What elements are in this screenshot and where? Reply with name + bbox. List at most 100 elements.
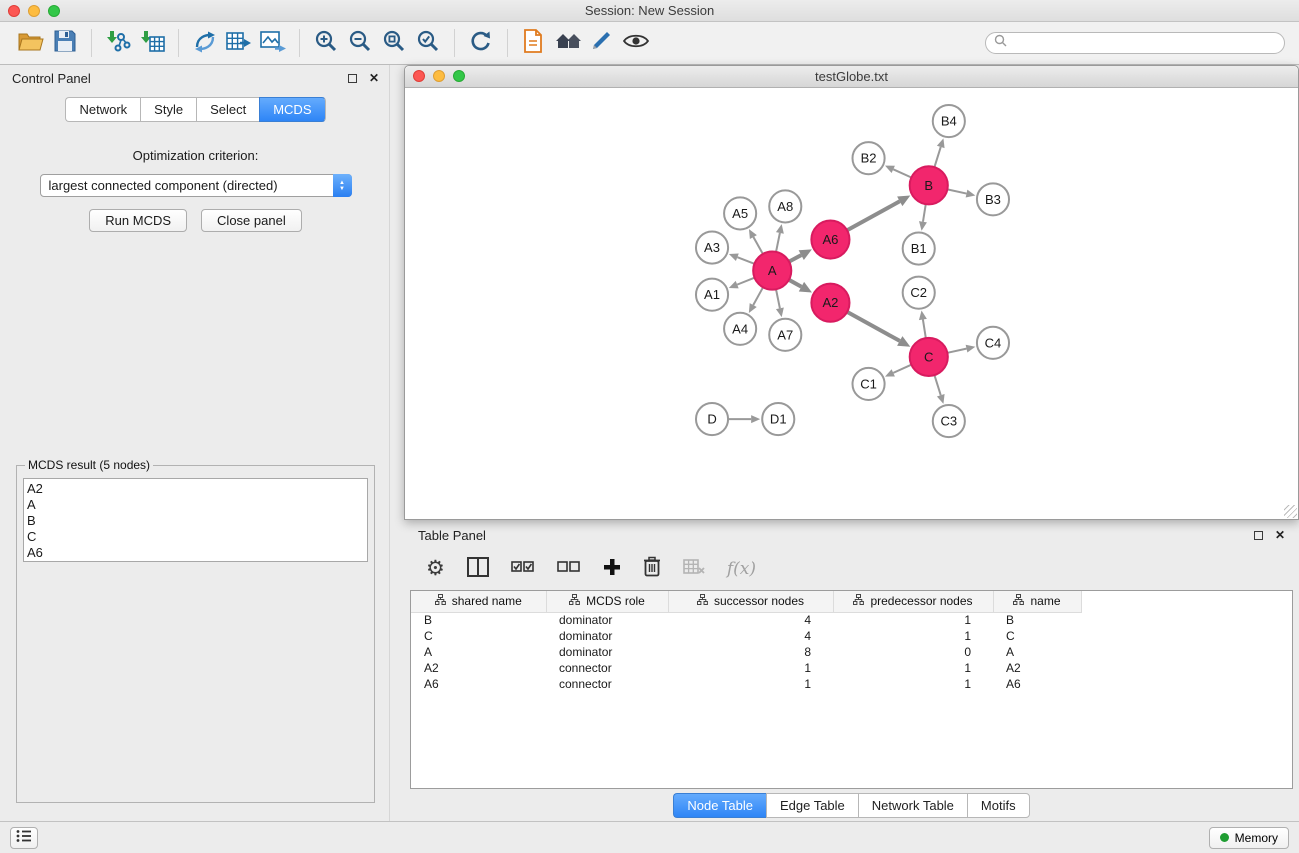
graph-edge-A-A7[interactable] <box>776 289 780 308</box>
show-hide-button[interactable] <box>619 26 653 60</box>
hide-all-columns-button[interactable] <box>557 560 581 579</box>
table-row[interactable]: Adominator80A <box>411 644 1292 660</box>
table-cell[interactable]: B <box>993 612 1081 628</box>
close-panel-button[interactable]: Close panel <box>201 209 302 232</box>
table-cell[interactable]: A2 <box>993 660 1081 676</box>
table-tab-network-table[interactable]: Network Table <box>858 793 967 818</box>
network-graph[interactable]: B4B2BB3B1A5A8A6A3AA1A2A4A7C2C4CC1C3DD1 <box>405 88 1298 519</box>
table-cell[interactable]: C <box>411 628 546 644</box>
graph-edge-B-B1[interactable] <box>923 204 926 222</box>
float-panel-icon[interactable] <box>348 74 357 83</box>
table-cell[interactable]: A6 <box>411 676 546 692</box>
search-input[interactable] <box>1012 36 1276 50</box>
column-header-predecessor-nodes[interactable]: predecessor nodes <box>833 591 993 612</box>
graph-edge-A-A1[interactable] <box>737 277 754 284</box>
zoom-fit-button[interactable] <box>377 26 411 60</box>
table-cell[interactable]: connector <box>546 676 668 692</box>
graph-edge-A-A3[interactable] <box>737 257 754 264</box>
table-row[interactable]: Bdominator41B <box>411 612 1292 628</box>
style-brush-button[interactable] <box>585 26 619 60</box>
graph-edge-C-C1[interactable] <box>893 364 911 372</box>
graph-edge-B-B3[interactable] <box>947 189 966 193</box>
result-item[interactable]: A2 <box>27 481 367 497</box>
share-network-button[interactable] <box>188 26 222 60</box>
float-table-panel-icon[interactable] <box>1254 531 1263 540</box>
table-cell[interactable]: A <box>411 644 546 660</box>
run-mcds-button[interactable]: Run MCDS <box>89 209 187 232</box>
column-header-shared-name[interactable]: shared name <box>411 591 546 612</box>
table-cell[interactable]: A <box>993 644 1081 660</box>
graph-edge-A-A2[interactable] <box>789 279 802 286</box>
graph-edge-C-C3[interactable] <box>934 375 940 395</box>
graph-edge-A6-B[interactable] <box>847 201 900 230</box>
save-session-button[interactable] <box>48 26 82 60</box>
home-button[interactable] <box>551 26 585 60</box>
import-network-button[interactable] <box>101 26 135 60</box>
table-cell[interactable]: 8 <box>668 644 833 660</box>
table-row[interactable]: A2connector11A2 <box>411 660 1292 676</box>
table-row[interactable]: A6connector11A6 <box>411 676 1292 692</box>
tab-network[interactable]: Network <box>65 97 140 122</box>
table-cell[interactable]: 4 <box>668 612 833 628</box>
table-cell[interactable]: A6 <box>993 676 1081 692</box>
export-image-button[interactable] <box>256 26 290 60</box>
memory-button[interactable]: Memory <box>1209 827 1289 849</box>
result-item[interactable]: B <box>27 513 367 529</box>
graph-edge-A-A5[interactable] <box>753 237 763 254</box>
zoom-in-button[interactable] <box>309 26 343 60</box>
column-header-MCDS-role[interactable]: MCDS role <box>546 591 668 612</box>
table-cell[interactable]: 0 <box>833 644 993 660</box>
table-tab-node-table[interactable]: Node Table <box>673 793 766 818</box>
graph-edge-A-A6[interactable] <box>789 255 801 262</box>
delete-column-button[interactable] <box>643 556 661 582</box>
graph-edge-B-B4[interactable] <box>934 147 940 167</box>
network-canvas[interactable]: B4B2BB3B1A5A8A6A3AA1A2A4A7C2C4CC1C3DD1 <box>405 88 1298 519</box>
table-cell[interactable]: 4 <box>668 628 833 644</box>
close-table-panel-icon[interactable]: ✕ <box>1275 528 1285 542</box>
result-item[interactable]: A6 <box>27 545 367 561</box>
document-button[interactable] <box>517 26 551 60</box>
table-cell[interactable]: A2 <box>411 660 546 676</box>
column-header-name[interactable]: name <box>993 591 1081 612</box>
graph-edge-C-C4[interactable] <box>947 348 966 352</box>
result-item[interactable]: A <box>27 497 367 513</box>
graph-edge-A-A4[interactable] <box>753 287 763 305</box>
mcds-result-list[interactable]: A2ABCA6 <box>23 478 368 562</box>
resize-grip[interactable] <box>1284 505 1297 518</box>
export-table-button[interactable] <box>222 26 256 60</box>
add-column-button[interactable] <box>603 558 621 581</box>
split-panel-button[interactable] <box>467 557 489 582</box>
show-all-columns-button[interactable] <box>511 560 535 579</box>
node-table-container[interactable]: shared nameMCDS rolesuccessor nodesprede… <box>410 590 1293 789</box>
graph-edge-B-B2[interactable] <box>893 169 911 177</box>
apply-layout-button[interactable] <box>464 26 498 60</box>
optimization-dropdown[interactable]: largest connected component (directed) ▲… <box>40 174 352 197</box>
tab-style[interactable]: Style <box>140 97 196 122</box>
zoom-selected-button[interactable] <box>411 26 445 60</box>
table-cell[interactable]: 1 <box>833 660 993 676</box>
table-cell[interactable]: 1 <box>668 660 833 676</box>
graph-edge-C-C2[interactable] <box>923 319 926 338</box>
graph-edge-A-A8[interactable] <box>776 233 780 252</box>
open-session-button[interactable] <box>14 26 48 60</box>
table-cell[interactable]: dominator <box>546 644 668 660</box>
table-cell[interactable]: C <box>993 628 1081 644</box>
table-tab-edge-table[interactable]: Edge Table <box>766 793 858 818</box>
close-panel-icon[interactable]: ✕ <box>369 71 379 85</box>
table-cell[interactable]: 1 <box>833 628 993 644</box>
table-cell[interactable]: 1 <box>833 676 993 692</box>
table-tab-motifs[interactable]: Motifs <box>967 793 1030 818</box>
tab-select[interactable]: Select <box>196 97 259 122</box>
task-history-button[interactable] <box>10 827 38 849</box>
zoom-out-button[interactable] <box>343 26 377 60</box>
table-row[interactable]: Cdominator41C <box>411 628 1292 644</box>
graph-edge-A2-C[interactable] <box>847 311 900 340</box>
table-cell[interactable]: B <box>411 612 546 628</box>
table-cell[interactable]: dominator <box>546 612 668 628</box>
tab-mcds[interactable]: MCDS <box>259 97 325 122</box>
column-header-successor-nodes[interactable]: successor nodes <box>668 591 833 612</box>
table-cell[interactable]: 1 <box>833 612 993 628</box>
table-cell[interactable]: dominator <box>546 628 668 644</box>
import-table-button[interactable] <box>135 26 169 60</box>
network-window-titlebar[interactable]: testGlobe.txt <box>405 66 1298 88</box>
